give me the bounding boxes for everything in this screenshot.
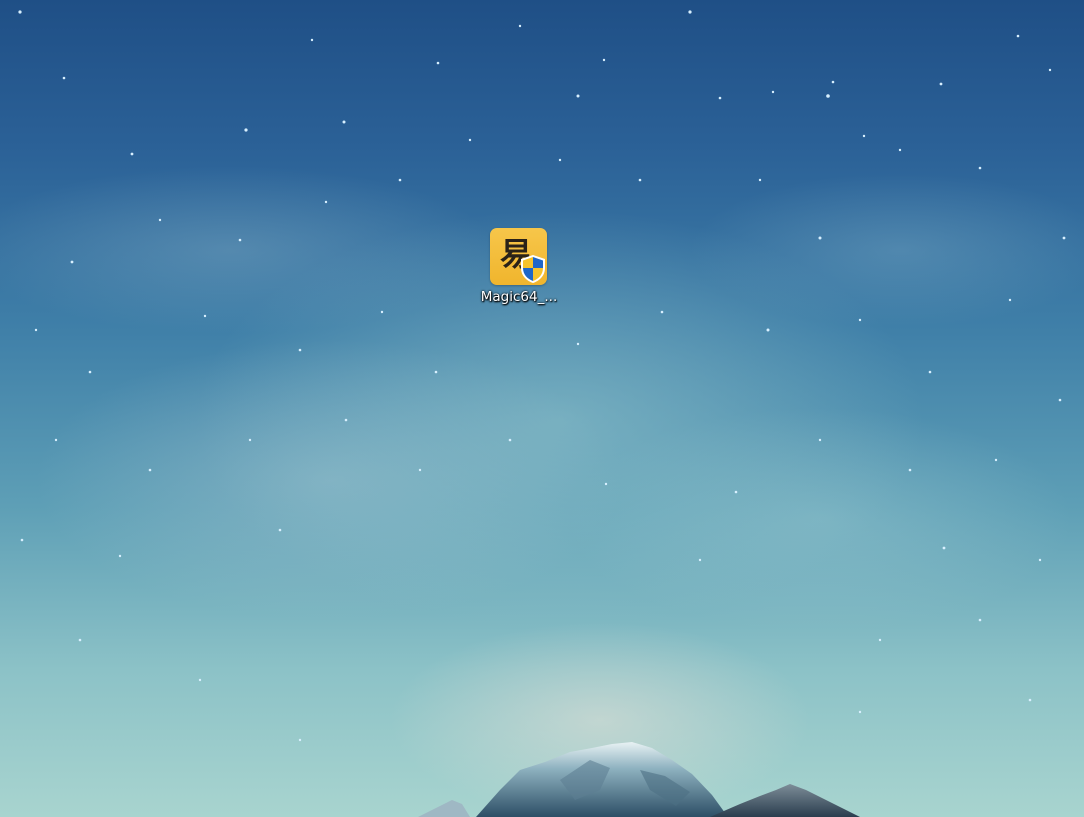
uac-shield-icon: [521, 255, 545, 283]
desktop-icon-magic64[interactable]: 易 Magic64_...: [472, 226, 566, 314]
wallpaper-mountains: [418, 742, 860, 817]
desktop[interactable]: 易 Magic64_...: [0, 0, 1084, 817]
magic-app-icon: 易: [490, 228, 547, 285]
desktop-icon-label: Magic64_...: [480, 289, 558, 305]
